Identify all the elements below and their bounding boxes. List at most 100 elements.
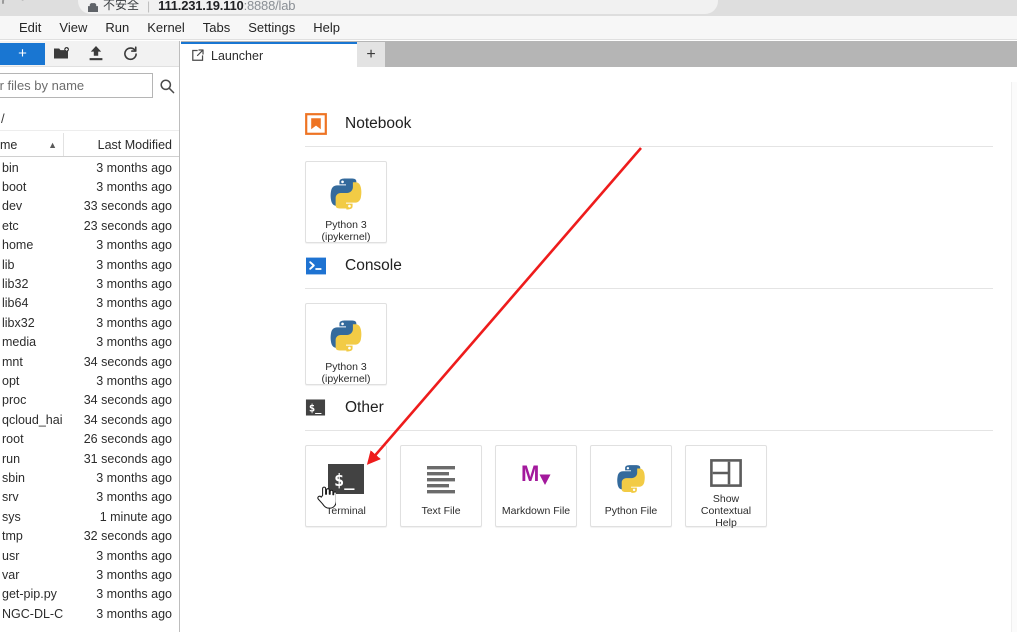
file-name: usr	[2, 548, 20, 563]
launch-card-label-line1: Python 3	[325, 361, 367, 373]
search-icon[interactable]	[159, 78, 175, 94]
column-header-name[interactable]: me ▲	[0, 133, 64, 156]
menu-item-help[interactable]: Help	[304, 18, 349, 37]
file-list-item[interactable]: srv 3 months ago	[0, 488, 179, 507]
file-last-modified: 3 months ago	[96, 238, 172, 253]
upload-icon[interactable]	[79, 42, 113, 66]
file-name: home	[2, 238, 34, 253]
file-list-item[interactable]: run 31 seconds ago	[0, 449, 179, 468]
launch-card-markdown-file[interactable]: M Markdown File	[495, 445, 577, 527]
file-list-item[interactable]: NGC-DL-C... 3 months ago	[0, 604, 179, 623]
file-last-modified: 33 seconds ago	[83, 199, 172, 214]
file-name: srv	[2, 490, 19, 505]
menu-item-tabs[interactable]: Tabs	[194, 18, 239, 37]
python-logo-icon	[326, 175, 366, 213]
file-list-item[interactable]: home 3 months ago	[0, 236, 179, 255]
file-name: opt	[2, 373, 20, 388]
file-name: lib32	[2, 277, 29, 292]
file-list-item[interactable]: bin 3 months ago	[0, 158, 179, 177]
launch-card-label-line1: Show	[712, 493, 740, 505]
file-name: sbin	[2, 470, 25, 485]
search-input[interactable]	[0, 78, 159, 93]
terminal-icon: $_	[305, 397, 327, 419]
markdown-icon: M	[516, 459, 556, 499]
file-last-modified: 3 months ago	[96, 180, 172, 195]
launch-card-python3-notebook[interactable]: Python 3 (ipykernel)	[305, 161, 387, 243]
launch-card-show-contextual-help[interactable]: Show Contextual Help	[685, 445, 767, 529]
file-name: etc	[2, 218, 19, 233]
file-last-modified: 34 seconds ago	[83, 412, 172, 427]
menu-item-settings[interactable]: Settings	[239, 18, 304, 37]
file-list-item[interactable]: lib32 3 months ago	[0, 274, 179, 293]
launch-card-python3-console[interactable]: Python 3 (ipykernel)	[305, 303, 387, 385]
file-list-item[interactable]: proc 34 seconds ago	[0, 391, 179, 410]
column-header-name-label: me	[0, 137, 18, 152]
jupyter-menu-bar: Edit View Run Kernel Tabs Settings Help	[0, 16, 1017, 40]
file-list-item[interactable]: media 3 months ago	[0, 333, 179, 352]
file-last-modified: 3 months ago	[96, 277, 172, 292]
refresh-icon[interactable]	[113, 42, 147, 66]
file-list-item[interactable]: sys 1 minute ago	[0, 507, 179, 526]
file-list-item[interactable]: qcloud_hai 34 seconds ago	[0, 410, 179, 429]
file-last-modified: 3 months ago	[96, 548, 172, 563]
file-last-modified: 3 months ago	[96, 335, 172, 350]
file-list-item[interactable]: opt 3 months ago	[0, 371, 179, 390]
column-header-last-modified[interactable]: Last Modified	[64, 138, 179, 152]
svg-text:M: M	[521, 462, 539, 486]
tab-launcher-label: Launcher	[211, 48, 264, 63]
sort-ascending-icon[interactable]: ▲	[48, 140, 57, 150]
launch-card-text-file[interactable]: Text File	[400, 445, 482, 527]
new-folder-icon[interactable]	[45, 42, 79, 66]
tab-launcher[interactable]: Launcher	[181, 42, 357, 67]
menu-item-kernel[interactable]: Kernel	[138, 18, 194, 37]
file-list-item[interactable]: dev 33 seconds ago	[0, 197, 179, 216]
browser-address-bar[interactable]: 不安全 | 111.231.19.110 :8888/lab	[78, 0, 718, 14]
file-list-item[interactable]: lib64 3 months ago	[0, 294, 179, 313]
file-list-item[interactable]: etc 23 seconds ago	[0, 216, 179, 235]
svg-text:$_: $_	[309, 403, 322, 415]
file-last-modified: 34 seconds ago	[83, 354, 172, 369]
new-launcher-button[interactable]: +	[0, 42, 45, 65]
file-list-item[interactable]: root 26 seconds ago	[0, 429, 179, 448]
console-prompt-icon	[305, 255, 327, 277]
tab-bar: Launcher +	[181, 41, 1017, 67]
file-last-modified: 32 seconds ago	[83, 529, 172, 544]
file-list-item[interactable]: var 3 months ago	[0, 565, 179, 584]
file-name: tmp	[2, 529, 23, 544]
other-card-row: $_ Terminal Text File M Markdown File Py…	[305, 431, 1017, 529]
launch-card-terminal[interactable]: $_ Terminal	[305, 445, 387, 527]
file-list-item[interactable]: boot 3 months ago	[0, 177, 179, 196]
breadcrumb-root[interactable]: /	[1, 111, 5, 126]
file-list-item[interactable]: mnt 34 seconds ago	[0, 352, 179, 371]
menu-item-run[interactable]: Run	[96, 18, 138, 37]
file-list-item[interactable]: libx32 3 months ago	[0, 313, 179, 332]
new-tab-button[interactable]: +	[357, 42, 385, 67]
launcher-section-notebook: Notebook Python 3 (ipykernel)	[305, 109, 1017, 243]
menu-item-view[interactable]: View	[50, 18, 96, 37]
file-list-item[interactable]: get-pip.py 3 months ago	[0, 585, 179, 604]
file-list-item[interactable]: sbin 3 months ago	[0, 468, 179, 487]
url-host: 111.231.19.110	[158, 0, 244, 13]
file-list: bin 3 months ago boot 3 months ago dev 33 sec…	[0, 158, 179, 632]
file-list-item[interactable]: lib 3 months ago	[0, 255, 179, 274]
file-last-modified: 26 seconds ago	[83, 432, 172, 447]
vertical-scrollbar[interactable]	[1011, 82, 1017, 632]
launcher-panel: Notebook Python 3 (ipykernel) Console Py…	[181, 67, 1017, 632]
section-title-notebook: Notebook	[345, 115, 412, 132]
launch-card-python-file[interactable]: Python File	[590, 445, 672, 527]
file-last-modified: 3 months ago	[96, 587, 172, 602]
file-list-item[interactable]: tmp 32 seconds ago	[0, 526, 179, 545]
breadcrumb[interactable]: /	[0, 107, 179, 131]
file-name: NGC-DL-C...	[2, 606, 64, 621]
back-arrow-icon[interactable]	[0, 0, 29, 16]
file-last-modified: 3 months ago	[96, 296, 172, 311]
file-last-modified: 1 minute ago	[99, 509, 172, 524]
launch-card-label: Python File	[604, 505, 658, 517]
menu-item-edit[interactable]: Edit	[10, 18, 50, 37]
omnibox-separator: |	[147, 0, 151, 13]
launch-card-label: Markdown File	[501, 505, 571, 517]
filter-files-field[interactable]	[0, 73, 175, 98]
file-browser-panel: + ilter files by name / me ▲ Last Modifi…	[0, 41, 180, 632]
file-list-item[interactable]: usr 3 months ago	[0, 546, 179, 565]
file-name: media	[2, 335, 37, 350]
